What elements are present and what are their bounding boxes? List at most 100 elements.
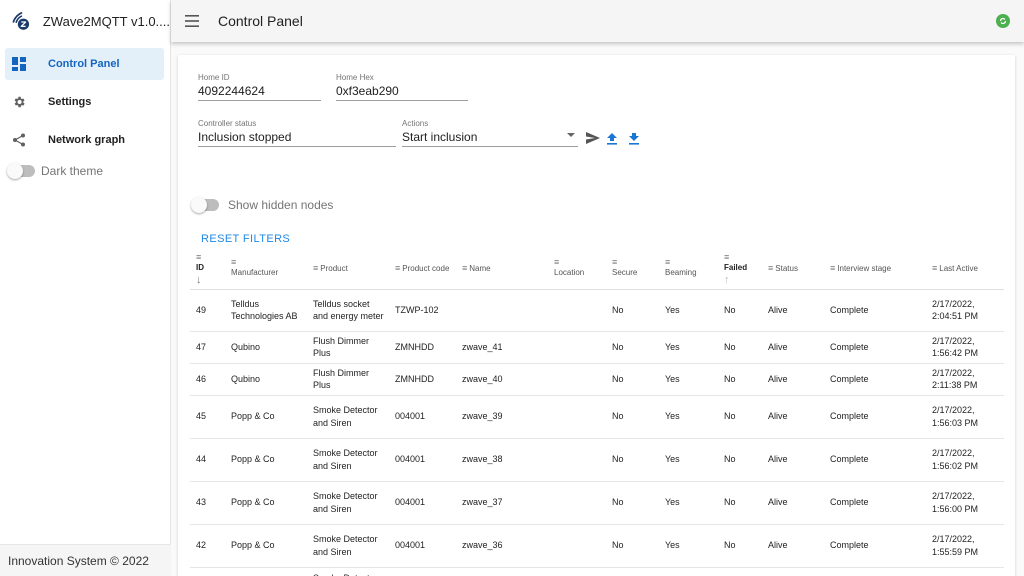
table-row[interactable]: 46 Qubino Flush Dimmer Plus ZMNHDD zwave_40 N…: [190, 363, 1004, 396]
cell-status: Alive: [762, 363, 824, 396]
cell-beaming: Yes: [659, 524, 718, 568]
cell-id: 43: [190, 481, 225, 525]
main-content: Home ID 4092244624 Home Hex 0xf3eab290 C…: [171, 42, 1024, 576]
connection-status-icon[interactable]: [996, 14, 1010, 28]
page-title: Control Panel: [218, 13, 303, 29]
cell-status: Alive: [762, 481, 824, 525]
cell-secure: No: [606, 524, 659, 568]
cell-secure: No: [606, 481, 659, 525]
filter-icon[interactable]: ≡: [932, 263, 937, 273]
table-row[interactable]: 43 Popp & Co Smoke Detector and Siren 00400…: [190, 481, 1004, 525]
cell-manufacturer: Popp & Co: [225, 395, 307, 439]
cell-id: 44: [190, 438, 225, 482]
cell-last: 2/17/2022, 1:56:42 PM: [926, 331, 1004, 364]
cell-secure: No: [606, 289, 659, 332]
table-row[interactable]: 44 Popp & Co Smoke Detector and Siren 00400…: [190, 438, 1004, 482]
filter-icon[interactable]: ≡: [462, 263, 467, 273]
sidebar-item-settings[interactable]: Settings: [5, 86, 164, 118]
actions-select[interactable]: Actions Start inclusion: [402, 119, 578, 147]
column-header-name[interactable]: ≡ Name: [456, 249, 548, 290]
filter-icon[interactable]: ≡: [231, 258, 303, 267]
hamburger-menu-icon[interactable]: [183, 12, 201, 30]
dark-theme-toggle[interactable]: Dark theme: [0, 163, 170, 179]
table-row[interactable]: 42 Popp & Co Smoke Detector and Siren 00400…: [190, 524, 1004, 568]
cell-product: Flush Dimmer Plus: [307, 331, 389, 364]
column-header-failed[interactable]: ≡ Failed ↑: [718, 249, 762, 290]
filter-icon[interactable]: ≡: [554, 258, 602, 267]
nodes-table-body: 49 Telldus Technologies AB Telldus socket …: [190, 289, 1004, 576]
filter-icon[interactable]: ≡: [395, 263, 400, 273]
filter-icon[interactable]: ≡: [612, 258, 655, 267]
cell-beaming: Yes: [659, 289, 718, 332]
filter-icon[interactable]: ≡: [768, 263, 773, 273]
cell-code: TZWP-102: [389, 289, 456, 332]
home-hex-field[interactable]: Home Hex 0xf3eab290: [336, 73, 468, 101]
share-icon: [11, 132, 27, 148]
sidebar-item-control-panel[interactable]: Control Panel: [5, 48, 164, 80]
column-header-last-active[interactable]: ≡ Last Active: [926, 249, 1004, 290]
download-icon[interactable]: [627, 132, 641, 146]
filter-icon[interactable]: ≡: [313, 263, 318, 273]
column-header-product[interactable]: ≡ Product: [307, 249, 389, 290]
controller-status-value[interactable]: Inclusion stopped: [198, 130, 396, 147]
cell-id: 41: [190, 567, 225, 576]
cell-status: Alive: [762, 524, 824, 568]
table-row[interactable]: 47 Qubino Flush Dimmer Plus ZMNHDD zwave_41 N…: [190, 331, 1004, 364]
upload-icon[interactable]: [605, 132, 619, 146]
cell-name: [456, 289, 548, 332]
cell-product: Flush Dimmer Plus: [307, 363, 389, 396]
cell-stage: Complete: [824, 524, 926, 568]
home-hex-label: Home Hex: [336, 73, 374, 82]
column-header-secure[interactable]: ≡ Secure: [606, 249, 659, 290]
column-header-location[interactable]: ≡ Location: [548, 249, 606, 290]
cell-failed: No: [718, 331, 762, 364]
filter-icon[interactable]: ≡: [724, 252, 758, 262]
cell-product: Smoke Detector and: [307, 567, 389, 576]
column-header-beaming[interactable]: ≡ Beaming: [659, 249, 718, 290]
cell-beaming: Yes: [659, 567, 718, 576]
cell-location: [548, 481, 606, 525]
home-id-field[interactable]: Home ID 4092244624: [198, 73, 321, 101]
cell-status: Alive: [762, 331, 824, 364]
filter-icon[interactable]: ≡: [196, 252, 221, 262]
show-hidden-nodes-toggle[interactable]: Show hidden nodes: [191, 197, 333, 213]
column-header-interview-stage[interactable]: ≡ Interview stage: [824, 249, 926, 290]
send-icon[interactable]: [586, 131, 600, 145]
table-row[interactable]: 49 Telldus Technologies AB Telldus socket …: [190, 289, 1004, 332]
reset-filters-button[interactable]: RESET FILTERS: [201, 233, 290, 245]
table-row[interactable]: 45 Popp & Co Smoke Detector and Siren 00400…: [190, 395, 1004, 439]
sidebar-item-network-graph[interactable]: Network graph: [5, 124, 164, 156]
cell-location: [548, 289, 606, 332]
cell-manufacturer: Popp & Co: [225, 438, 307, 482]
sidebar-item-label: Control Panel: [48, 58, 120, 70]
cell-stage: Complete: [824, 481, 926, 525]
home-id-value[interactable]: 4092244624: [198, 84, 321, 101]
cell-manufacturer: Popp & Co: [225, 524, 307, 568]
controller-status-field[interactable]: Controller status Inclusion stopped: [198, 119, 396, 147]
show-hidden-nodes-switch[interactable]: [191, 197, 219, 213]
dropdown-arrow-icon[interactable]: [567, 133, 575, 137]
filter-icon[interactable]: ≡: [830, 263, 835, 273]
cell-manufacturer: Popp & Co: [225, 567, 307, 576]
cell-product: Smoke Detector and Siren: [307, 438, 389, 482]
cell-last: 2/17/2022, 1:56:03 PM: [926, 395, 1004, 439]
dashboard-icon: [11, 56, 27, 72]
cell-failed: No: [718, 363, 762, 396]
column-header-product-code[interactable]: ≡ Product code: [389, 249, 456, 290]
home-hex-value[interactable]: 0xf3eab290: [336, 84, 468, 101]
actions-selected-value[interactable]: Start inclusion: [402, 130, 578, 147]
dark-theme-switch[interactable]: [7, 163, 35, 179]
filter-icon[interactable]: ≡: [665, 258, 714, 267]
table-row[interactable]: 41Popp & CoSmoke Detector and004001zwave…: [190, 567, 1004, 576]
cell-name: zwave_41: [456, 331, 548, 364]
cell-name: zwave_37: [456, 481, 548, 525]
sort-up-arrow-icon[interactable]: ↑: [724, 274, 758, 285]
cell-beaming: Yes: [659, 363, 718, 396]
cell-stage: Complete: [824, 395, 926, 439]
cell-stage: Complete: [824, 331, 926, 364]
cell-product: Telldus socket and energy meter: [307, 289, 389, 332]
column-header-manufacturer[interactable]: ≡ Manufacturer: [225, 249, 307, 290]
column-header-id[interactable]: ≡ ID ↓: [190, 249, 225, 290]
sort-down-arrow-icon[interactable]: ↓: [196, 274, 221, 285]
column-header-status[interactable]: ≡ Status: [762, 249, 824, 290]
